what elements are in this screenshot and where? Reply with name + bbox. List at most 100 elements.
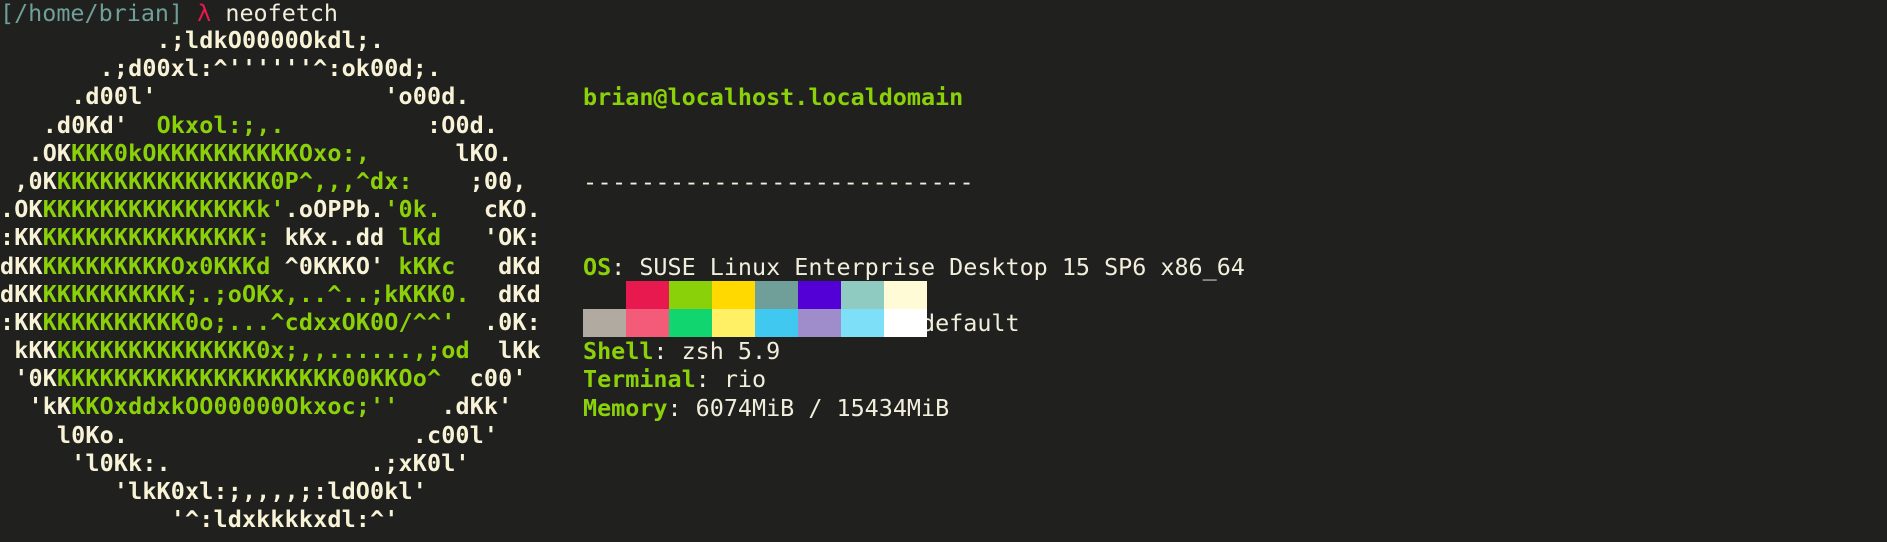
bright-color-swatch-1 — [626, 309, 669, 337]
logo-white-segment: :KK — [0, 223, 43, 252]
logo-white-segment: lKk — [469, 336, 541, 365]
info-key: OS — [583, 252, 612, 281]
logo-white-segment: 'lkK0xl:;,,,,;:ldO0kl' — [0, 477, 427, 505]
normal-color-swatch-4 — [755, 281, 798, 309]
logo-white-segment: :KK — [0, 307, 43, 336]
logo-green-segment: Okxol:;,. — [156, 110, 285, 139]
info-key: Shell — [583, 337, 654, 366]
info-list: OS: SUSE Linux Enterprise Desktop 15 SP6… — [583, 253, 1245, 422]
user-host-title: brian@localhost.localdomain — [583, 83, 964, 112]
logo-green-segment: lKd — [398, 223, 442, 252]
info-row-terminal: Terminal: rio — [583, 365, 1245, 393]
bright-color-swatch-6 — [841, 309, 884, 337]
logo-line: ,0KKKKKKKKKKKKKKKK0P^,,,^dx: ;00, — [0, 167, 541, 195]
normal-color-row — [583, 281, 927, 309]
prompt-lambda: λ — [197, 0, 212, 27]
logo-line: .;ldkO0000Okdl;. — [0, 26, 541, 54]
logo-green-segment: KKKKKKKKKKKKKKKk' — [42, 195, 285, 224]
info-colon: : — [611, 252, 626, 281]
logo-green-segment: KKK0kOKKKKKKKKKKOxo:, — [71, 138, 371, 167]
suse-ascii-logo: .;ldkO0000Okdl;. .;d00xl:^''''''^:ok00d;… — [0, 26, 541, 533]
logo-line: kKKKKKKKKKKKKKKKK0x;,,......,;od lKk — [0, 336, 541, 364]
logo-white-segment: dKK — [0, 279, 43, 308]
logo-white-segment: cKO. — [441, 195, 541, 224]
logo-white-segment: ;00, — [412, 166, 527, 195]
logo-white-segment: .OK — [0, 138, 72, 167]
logo-green-segment: KKOxddxkOO00000Okxoc;'' — [71, 392, 399, 421]
bright-color-swatch-4 — [755, 309, 798, 337]
logo-white-segment: .;ldkO0000Okdl;. — [0, 26, 385, 54]
bright-color-swatch-2 — [669, 309, 712, 337]
logo-green-segment: KKKKKKKKKKKKKK0x;,,......,;od — [56, 336, 470, 365]
normal-color-swatch-2 — [669, 281, 712, 309]
info-key: Terminal — [583, 365, 696, 394]
logo-white-segment: c00' — [441, 364, 527, 393]
logo-green-segment: KKKKKKKKKOx0KKKd — [42, 251, 271, 280]
bright-color-swatch-3 — [712, 309, 755, 337]
info-key: Memory — [583, 393, 668, 422]
logo-white-segment: dKd — [455, 251, 541, 280]
logo-white-segment: 'OK: — [441, 223, 541, 252]
normal-color-swatch-5 — [798, 281, 841, 309]
logo-line: .OKKKKKKKKKKKKKKKKk'.oOPPb.'0k. cKO. — [0, 195, 541, 223]
logo-white-segment: .dKk' — [398, 392, 513, 421]
logo-white-segment: l0Ko. .c00l' — [0, 420, 499, 449]
logo-white-segment: .oOPPb. — [284, 195, 385, 224]
logo-white-segment: :O0d. — [284, 110, 499, 139]
info-value: SUSE Linux Enterprise Desktop 15 SP6 x86… — [625, 252, 1245, 281]
logo-green-segment: KKKKKKKKKK0o;...^cdxxOK0O/^^' — [42, 307, 456, 336]
logo-line: .OKKKK0kOKKKKKKKKKKOxo:, lKO. — [0, 139, 541, 167]
logo-white-segment: 'l0Kk:. .;xK0l' — [0, 448, 470, 477]
logo-line: :KKKKKKKKKKKKKKKKK: kKx..dd lKd 'OK: — [0, 223, 541, 251]
normal-color-swatch-3 — [712, 281, 755, 309]
logo-line: l0Ko. .c00l' — [0, 421, 541, 449]
logo-white-segment: '0K — [0, 364, 57, 393]
logo-green-segment: KKKKKKKKKKKKKKK: — [42, 223, 271, 252]
logo-line: dKKKKKKKKKKKOx0KKKd ^0KKKO' kKKc dKd — [0, 252, 541, 280]
logo-line: 'lkK0xl:;,,,,;:ldO0kl' — [0, 477, 541, 505]
logo-line: :KKKKKKKKKKKK0o;...^cdxxOK0O/^^' .0K: — [0, 308, 541, 336]
info-colon: : — [653, 337, 668, 366]
bright-color-swatch-0 — [583, 309, 626, 337]
info-row-memory: Memory: 6074MiB / 15434MiB — [583, 394, 1245, 422]
info-colon: : — [667, 393, 682, 422]
logo-white-segment: ^0KKKO' — [270, 251, 399, 280]
normal-color-swatch-7 — [884, 281, 927, 309]
logo-line: .;d00xl:^''''''^:ok00d;. — [0, 54, 541, 82]
info-value: zsh 5.9 — [667, 337, 781, 366]
info-colon: : — [695, 365, 710, 394]
logo-line: '^:ldxkkkkxdl:^' — [0, 505, 541, 533]
logo-white-segment: .;d00xl:^''''''^:ok00d;. — [0, 54, 442, 83]
info-value: rio — [709, 365, 767, 394]
bright-color-row — [583, 309, 927, 337]
logo-white-segment: lKO. — [370, 138, 513, 167]
logo-green-segment: KKKKKKKKKK;.;oOKx,..^..;kKKK0. — [42, 279, 470, 308]
logo-line: 'kKKKOxddxkOO00000Okxoc;'' .dKk' — [0, 392, 541, 420]
prompt-command: neofetch — [225, 0, 339, 27]
logo-white-segment: 'kK — [0, 392, 72, 421]
info-value: 6074MiB / 15434MiB — [681, 393, 950, 422]
info-separator: --------------------------- — [583, 168, 975, 196]
logo-green-segment: KKKKKKKKKKKKKKK0P^,,,^dx: — [56, 166, 413, 195]
system-info: brian@localhost.localdomain ------------… — [583, 27, 1245, 478]
logo-line: .d00l' 'o00d. — [0, 82, 541, 110]
logo-white-segment: kKx..dd — [270, 223, 399, 252]
logo-green-segment: KKKKKKKKKKKKKKKKKKKK00KKOo^ — [56, 364, 442, 393]
logo-line: .d0Kd' Okxol:;,. :O0d. — [0, 111, 541, 139]
logo-line: '0KKKKKKKKKKKKKKKKKKKKK00KKOo^ c00' — [0, 364, 541, 392]
logo-white-segment: kKK — [0, 336, 57, 365]
terminal-window[interactable]: [/home/brian] λ neofetch .;ldkO0000Okdl;… — [0, 0, 1887, 542]
logo-white-segment: .d0Kd' — [0, 110, 157, 139]
normal-color-swatch-0 — [583, 281, 626, 309]
prompt-path: [/home/brian] — [0, 0, 184, 27]
bright-color-swatch-5 — [798, 309, 841, 337]
info-row-shell: Shell: zsh 5.9 — [583, 337, 1245, 365]
logo-line: 'l0Kk:. .;xK0l' — [0, 449, 541, 477]
logo-white-segment: ,0K — [0, 166, 57, 195]
bright-color-swatch-7 — [884, 309, 927, 337]
logo-white-segment: .d00l' 'o00d. — [0, 82, 470, 111]
color-palette — [583, 281, 927, 337]
normal-color-swatch-1 — [626, 281, 669, 309]
logo-white-segment: '^:ldxkkkkxdl:^' — [0, 505, 399, 534]
logo-green-segment: '0k. — [384, 195, 442, 224]
